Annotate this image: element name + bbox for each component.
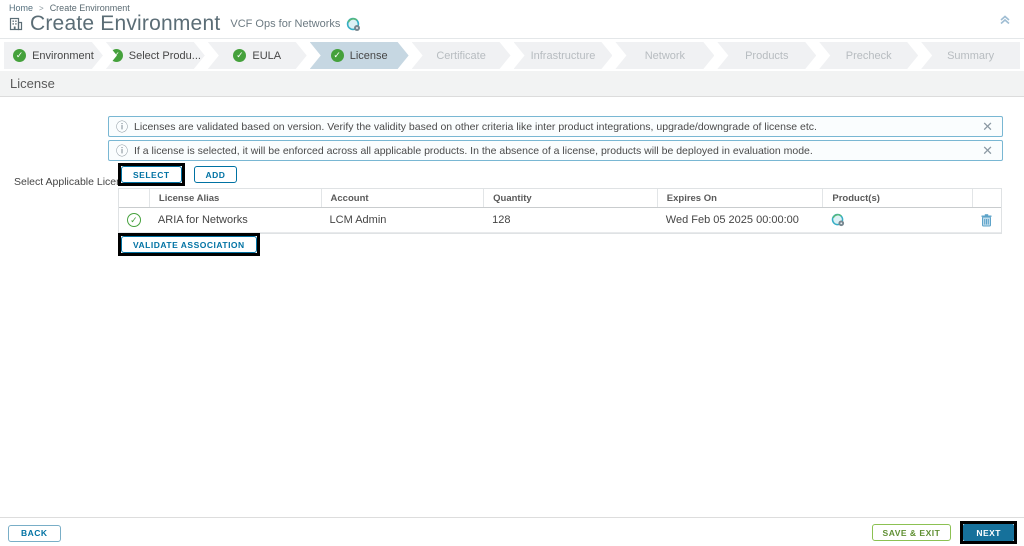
step-environment[interactable]: ✓ Environment bbox=[4, 42, 103, 69]
annotation-box: SELECT bbox=[118, 163, 185, 186]
info-alert-validation: ⓘ Licenses are validated based on versio… bbox=[108, 116, 1003, 137]
section-title: License bbox=[10, 76, 55, 91]
page-subtitle: VCF Ops for Networks bbox=[230, 18, 340, 30]
step-label: EULA bbox=[252, 50, 281, 62]
info-icon: ⓘ bbox=[116, 145, 128, 157]
table-row[interactable]: ✓ ARIA for Networks LCM Admin 128 Wed Fe… bbox=[119, 208, 1001, 233]
back-button[interactable]: BACK bbox=[8, 525, 61, 542]
step-label: Environment bbox=[32, 50, 94, 62]
step-network: Network bbox=[615, 42, 714, 69]
cell-quantity: 128 bbox=[483, 208, 657, 232]
check-circle-icon: ✓ bbox=[127, 213, 141, 227]
alert-text: If a license is selected, it will be enf… bbox=[134, 145, 973, 157]
add-button[interactable]: ADD bbox=[194, 166, 238, 183]
vcf-ops-networks-logo-icon bbox=[822, 208, 972, 232]
step-label: Select Produ... bbox=[129, 50, 201, 62]
alert-text: Licenses are validated based on version.… bbox=[134, 121, 973, 133]
cell-account: LCM Admin bbox=[321, 208, 484, 232]
page-header: Home > Create Environment Create Environ… bbox=[0, 0, 1024, 39]
step-license[interactable]: ✓ License bbox=[310, 42, 409, 69]
next-button[interactable]: NEXT bbox=[963, 524, 1014, 541]
licenses-table: License Alias Account Quantity Expires O… bbox=[118, 188, 1002, 234]
check-icon: ✓ bbox=[331, 49, 344, 62]
check-icon: ✓ bbox=[233, 49, 246, 62]
step-precheck: Precheck bbox=[819, 42, 918, 69]
trash-icon bbox=[981, 214, 992, 227]
column-header-products: Product(s) bbox=[822, 189, 972, 207]
column-header-expires-on: Expires On bbox=[657, 189, 823, 207]
step-eula[interactable]: ✓ EULA bbox=[208, 42, 307, 69]
cell-license-alias: ARIA for Networks bbox=[149, 208, 321, 232]
wizard-footer: BACK SAVE & EXIT NEXT bbox=[0, 517, 1024, 546]
close-icon[interactable]: ✕ bbox=[973, 120, 1002, 133]
license-step-content: ⓘ Licenses are validated based on versio… bbox=[0, 97, 1024, 517]
building-icon bbox=[8, 16, 24, 32]
annotation-box: NEXT bbox=[960, 521, 1017, 544]
step-label: Infrastructure bbox=[531, 50, 596, 62]
step-infrastructure: Infrastructure bbox=[514, 42, 613, 69]
annotation-box: VALIDATE ASSOCIATION bbox=[118, 233, 260, 256]
vcf-ops-networks-logo-icon bbox=[346, 17, 361, 32]
wizard-stepper: ✓ Environment ✓ Select Produ... ✓ EULA ✓… bbox=[4, 42, 1020, 69]
column-header-quantity: Quantity bbox=[483, 189, 657, 207]
step-label: License bbox=[350, 50, 388, 62]
step-certificate: Certificate bbox=[412, 42, 511, 69]
step-summary: Summary bbox=[921, 42, 1020, 69]
step-products: Products bbox=[717, 42, 816, 69]
section-header: License bbox=[0, 71, 1024, 97]
info-alert-enforcement: ⓘ If a license is selected, it will be e… bbox=[108, 140, 1003, 161]
status-column-header bbox=[119, 189, 149, 207]
info-icon: ⓘ bbox=[116, 121, 128, 133]
check-icon: ✓ bbox=[13, 49, 26, 62]
validate-association-button[interactable]: VALIDATE ASSOCIATION bbox=[121, 236, 257, 253]
page-title: Create Environment bbox=[30, 12, 220, 36]
step-label: Products bbox=[745, 50, 788, 62]
save-and-exit-button[interactable]: SAVE & EXIT bbox=[872, 524, 952, 541]
column-header-license-alias: License Alias bbox=[149, 189, 321, 207]
check-icon: ✓ bbox=[110, 49, 123, 62]
select-button[interactable]: SELECT bbox=[121, 166, 182, 183]
delete-license-button[interactable] bbox=[972, 208, 1001, 232]
create-environment-page: Home > Create Environment Create Environ… bbox=[0, 0, 1024, 546]
step-label: Certificate bbox=[436, 50, 486, 62]
table-header-row: License Alias Account Quantity Expires O… bbox=[119, 189, 1001, 208]
double-chevron-up-icon[interactable] bbox=[998, 12, 1012, 26]
step-label: Precheck bbox=[846, 50, 892, 62]
step-label: Network bbox=[645, 50, 685, 62]
step-select-products[interactable]: ✓ Select Produ... bbox=[106, 42, 205, 69]
column-header-account: Account bbox=[321, 189, 484, 207]
actions-column-header bbox=[972, 189, 1001, 207]
step-label: Summary bbox=[947, 50, 994, 62]
close-icon[interactable]: ✕ bbox=[973, 144, 1002, 157]
cell-expires-on: Wed Feb 05 2025 00:00:00 bbox=[657, 208, 823, 232]
